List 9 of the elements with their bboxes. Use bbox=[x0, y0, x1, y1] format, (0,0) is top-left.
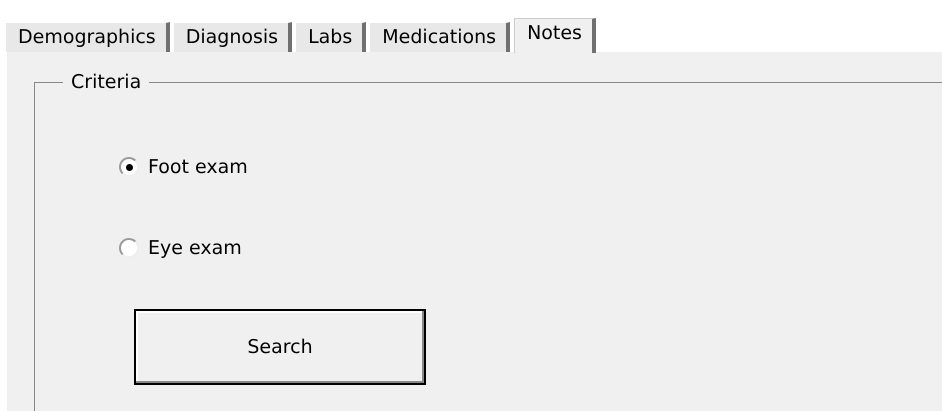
radio-label[interactable]: Eye exam bbox=[148, 234, 242, 262]
search-button[interactable]: Search bbox=[134, 309, 426, 385]
tab[interactable]: Diagnosis bbox=[174, 22, 292, 52]
radio-button[interactable] bbox=[119, 238, 139, 258]
radio-label[interactable]: Foot exam bbox=[148, 153, 248, 182]
tab[interactable]: Demographics bbox=[6, 22, 170, 52]
tab[interactable]: Medications bbox=[370, 22, 510, 52]
tab[interactable]: Labs bbox=[296, 22, 366, 52]
tab[interactable]: Notes bbox=[514, 18, 596, 53]
